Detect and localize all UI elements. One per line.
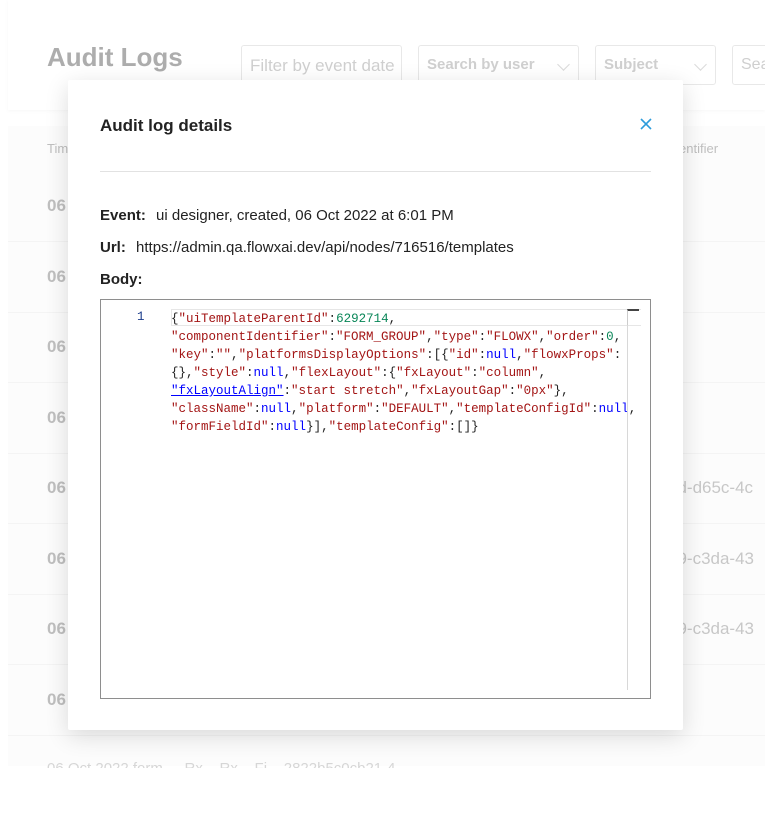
modal-title: Audit log details bbox=[100, 116, 233, 135]
event-label: Event: bbox=[100, 207, 146, 224]
line-number: 1 bbox=[137, 310, 145, 324]
event-field: Event: ui designer, created, 06 Oct 2022… bbox=[100, 207, 454, 224]
url-field: Url: https://admin.qa.flowxai.dev/api/no… bbox=[100, 239, 514, 256]
close-button[interactable] bbox=[638, 116, 654, 132]
url-label: Url: bbox=[100, 239, 126, 256]
body-field: Body: bbox=[100, 271, 149, 288]
audit-log-details-modal: Audit log details Event: ui designer, cr… bbox=[68, 80, 683, 730]
modal-divider bbox=[100, 171, 651, 172]
body-label: Body: bbox=[100, 271, 143, 288]
event-value: ui designer, created, 06 Oct 2022 at 6:0… bbox=[156, 207, 454, 224]
json-body-editor[interactable]: 1 {"uiTemplateParentId":6292714, "compon… bbox=[100, 299, 651, 699]
minimap-slider[interactable] bbox=[627, 309, 639, 325]
close-icon bbox=[640, 118, 652, 130]
url-value: https://admin.qa.flowxai.dev/api/nodes/7… bbox=[136, 239, 514, 256]
editor-scrollbar[interactable] bbox=[627, 310, 628, 690]
json-code[interactable]: {"uiTemplateParentId":6292714, "componen… bbox=[171, 310, 636, 436]
